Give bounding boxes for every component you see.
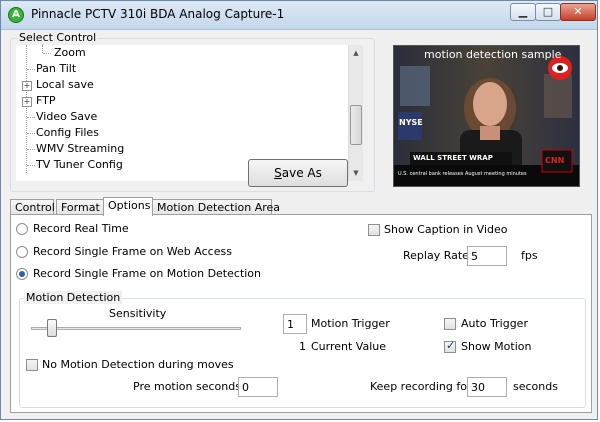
save-as-button[interactable]: Save As xyxy=(248,159,348,187)
tree-item-tv-tuner-config[interactable]: TV Tuner Config xyxy=(36,157,123,173)
expand-plus-icon[interactable]: + xyxy=(22,97,32,107)
video-preview: motion detection sample NYSE WALL STREET… xyxy=(393,45,580,187)
record-real-time-label[interactable]: Record Real Time xyxy=(33,222,129,235)
select-control-legend: Select Control xyxy=(17,31,99,44)
tree-item-pan-tilt[interactable]: Pan Tilt xyxy=(36,61,76,77)
show-caption-label[interactable]: Show Caption in Video xyxy=(384,223,508,236)
tree-scrollbar[interactable]: ▲ ▼ xyxy=(348,45,363,181)
no-motion-during-moves-label[interactable]: No Motion Detection during moves xyxy=(42,358,234,371)
tree-line xyxy=(42,45,43,53)
show-caption-checkbox[interactable] xyxy=(368,224,380,236)
pre-motion-label: Pre motion seconds xyxy=(133,380,241,393)
current-value-number: 1 xyxy=(299,340,306,353)
motion-trigger-label: Motion Trigger xyxy=(311,317,390,330)
preview-overlay-caption: motion detection sample xyxy=(424,48,562,61)
preview-banner: WALL STREET WRAP xyxy=(413,154,493,162)
app-window: A Pinnacle PCTV 310i BDA Analog Capture-… xyxy=(0,0,598,420)
replay-rate-input[interactable] xyxy=(467,246,507,266)
show-motion-label[interactable]: Show Motion xyxy=(461,340,531,353)
minimize-icon: ▁ xyxy=(518,5,528,18)
record-single-frame-web-label[interactable]: Record Single Frame on Web Access xyxy=(33,245,232,258)
preview-screen-letters: NYSE xyxy=(399,118,423,127)
motion-detection-legend: Motion Detection xyxy=(24,291,123,304)
tree-line xyxy=(43,53,51,54)
tab-control[interactable]: Control xyxy=(10,199,55,215)
close-icon: ✕ xyxy=(573,5,583,18)
auto-trigger-label[interactable]: Auto Trigger xyxy=(461,317,528,330)
sensitivity-slider-thumb[interactable] xyxy=(47,319,57,337)
show-motion-checkbox[interactable]: ✓ xyxy=(444,339,456,353)
scroll-down-icon[interactable]: ▼ xyxy=(349,165,363,181)
record-single-frame-motion-radio[interactable] xyxy=(16,268,28,280)
maximize-button[interactable]: □ xyxy=(535,3,561,21)
record-single-frame-motion-label[interactable]: Record Single Frame on Motion Detection xyxy=(33,267,261,280)
current-value-label: Current Value xyxy=(311,340,387,353)
preview-logo: CNN xyxy=(545,156,565,165)
auto-trigger-checkbox[interactable] xyxy=(444,318,456,330)
tree-line xyxy=(27,133,35,134)
save-as-underline: S xyxy=(274,166,282,180)
keep-recording-label: Keep recording for xyxy=(370,380,472,393)
tab-options[interactable]: Options xyxy=(103,197,153,216)
title-bar[interactable]: A Pinnacle PCTV 310i BDA Analog Capture-… xyxy=(1,1,597,30)
keep-recording-input[interactable] xyxy=(467,377,507,397)
tree-line xyxy=(27,117,35,118)
tree-item-ftp[interactable]: FTP xyxy=(36,93,56,109)
app-logo-icon: A xyxy=(8,7,24,23)
preview-frame xyxy=(394,46,579,186)
tree-item-config-files[interactable]: Config Files xyxy=(36,125,99,141)
tree-line xyxy=(27,165,35,166)
pre-motion-input[interactable] xyxy=(238,377,278,397)
sensitivity-slider-track[interactable] xyxy=(31,327,241,330)
tree-item-zoom[interactable]: Zoom xyxy=(54,45,86,61)
expand-plus-icon[interactable]: + xyxy=(22,81,32,91)
tree-line xyxy=(27,69,35,70)
replay-rate-unit: fps xyxy=(521,249,538,262)
tree-item-wmv-streaming[interactable]: WMV Streaming xyxy=(36,141,124,157)
tab-motion-detection-area[interactable]: Motion Detection Area xyxy=(152,199,280,215)
tree-item-local-save[interactable]: Local save xyxy=(36,77,94,93)
record-single-frame-web-radio[interactable] xyxy=(16,246,28,258)
no-motion-during-moves-checkbox[interactable] xyxy=(26,359,38,371)
motion-trigger-input[interactable] xyxy=(283,314,307,334)
preview-ticker: U.S. central bank releases August meetin… xyxy=(398,171,527,177)
save-as-label: ave As xyxy=(281,166,322,180)
tree-line xyxy=(26,45,27,173)
scroll-thumb[interactable] xyxy=(350,105,362,145)
close-button[interactable]: ✕ xyxy=(560,3,596,21)
tree-item-video-save[interactable]: Video Save xyxy=(36,109,97,125)
sensitivity-label: Sensitivity xyxy=(109,307,167,320)
tab-format[interactable]: Format xyxy=(56,199,104,215)
window-title: Pinnacle PCTV 310i BDA Analog Capture-1 xyxy=(31,7,285,21)
maximize-icon: □ xyxy=(542,5,554,18)
record-real-time-radio[interactable] xyxy=(16,223,28,235)
minimize-button[interactable]: ▁ xyxy=(510,3,536,21)
replay-rate-label: Replay Rate xyxy=(403,249,469,262)
scroll-up-icon[interactable]: ▲ xyxy=(349,45,363,61)
checkmark-icon: ✓ xyxy=(446,339,456,352)
keep-recording-unit: seconds xyxy=(513,380,558,393)
tree-line xyxy=(27,149,35,150)
